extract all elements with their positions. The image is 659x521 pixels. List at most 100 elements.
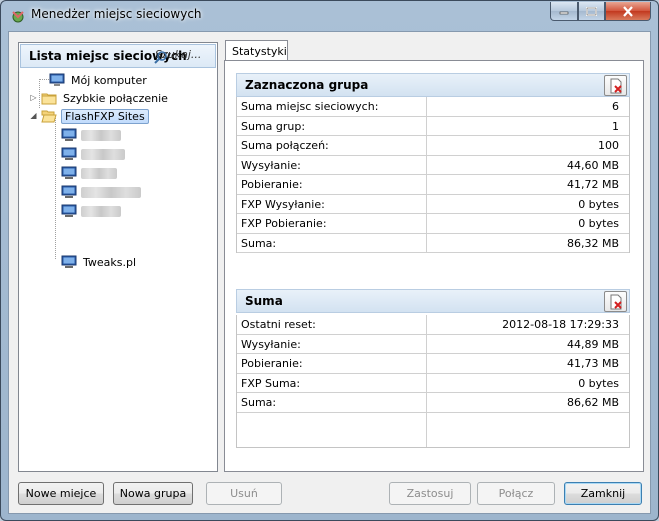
close-window-button[interactable] [605, 2, 651, 21]
close-icon [623, 5, 633, 17]
reset-total-stats-button[interactable] [604, 291, 627, 312]
stats-row: FXP Suma: 0 bytes [237, 373, 629, 393]
main-window: Menedżer miejsc sieciowych Lista miejsc … [0, 0, 659, 521]
tab-statistics[interactable]: Statystyki [225, 40, 288, 61]
tree-item-label: Tweaks.pl [83, 255, 137, 269]
tree-item-site-hidden[interactable] [61, 145, 125, 163]
folder-open-icon [41, 110, 57, 123]
tree-line [55, 115, 56, 259]
tree-item-site-hidden[interactable] [61, 164, 117, 182]
site-icon [61, 185, 77, 198]
stat-value: 41,73 MB [566, 357, 619, 370]
redacted-site-name [81, 129, 121, 141]
computer-icon [49, 73, 65, 86]
new-site-button[interactable]: Nowe miejce [18, 482, 104, 505]
stat-value: 0 bytes [578, 217, 619, 230]
stat-value: 2012-08-18 17:29:33 [502, 318, 619, 331]
reset-group-stats-button[interactable] [604, 75, 627, 96]
stat-value: 44,89 MB [566, 337, 619, 351]
minimize-button[interactable] [550, 2, 578, 21]
tree-item-tweaks[interactable]: Tweaks.pl [61, 253, 138, 271]
delete-button[interactable]: Usuń [206, 482, 282, 505]
selected-group-stats-grid: Suma miejsc sieciowych: 6 Suma grup: 1 Sum… [236, 97, 630, 253]
stats-row: Suma połączeń: 100 [237, 136, 629, 156]
empty-cell [427, 413, 629, 447]
site-icon [61, 128, 77, 141]
statistics-panel: Zaznaczona grupa Suma miejsc sieciowych:… [224, 60, 644, 472]
total-stats-grid: Ostatni reset: 2012-08-18 17:29:33 Wysyła… [236, 315, 630, 448]
site-list-panel: Lista miejsc sieciowych Szukaj... Mój ko… [18, 42, 218, 472]
total-header: Suma [236, 289, 630, 313]
tree-item-my-computer[interactable]: Mój komputer [49, 71, 149, 89]
stat-label: Pobieranie: [237, 175, 427, 194]
stat-value: 41,72 MB [566, 178, 619, 191]
stat-label: Suma połączeń: [237, 136, 427, 155]
tree-item-label: Mój komputer [71, 73, 147, 87]
stat-value: 6 [612, 100, 619, 113]
empty-stats-row [237, 412, 629, 447]
stat-value: 86,62 MB [566, 396, 619, 409]
stat-value: 0 bytes [578, 197, 619, 211]
clear-document-icon [610, 78, 622, 93]
stat-label: FXP Suma: [237, 373, 427, 392]
search-icon[interactable] [154, 50, 168, 64]
section-title: Suma [245, 294, 283, 308]
stat-label: Ostatni reset: [237, 315, 427, 334]
stats-row: Wysyłanie: 44,60 MB [237, 155, 629, 175]
window-title: Menedżer miejsc sieciowych [31, 7, 202, 21]
stat-value: 100 [598, 139, 619, 152]
expand-icon[interactable]: ▷ [29, 93, 38, 102]
stats-row: Suma grup: 1 [237, 116, 629, 136]
tree-item-label: FlashFXP Sites [61, 108, 149, 124]
stats-row: Pobieranie: 41,72 MB [237, 175, 629, 195]
section-title: Zaznaczona grupa [245, 78, 369, 92]
site-icon [61, 166, 77, 179]
stat-label: Suma miejsc sieciowych: [237, 97, 427, 116]
stat-label: FXP Pobieranie: [237, 214, 427, 233]
selected-group-header: Zaznaczona grupa [236, 73, 630, 97]
stat-label: Wysyłanie: [237, 334, 427, 353]
redacted-site-name [81, 186, 141, 198]
tree-item-site-hidden[interactable] [61, 126, 121, 144]
stat-label: FXP Wysyłanie: [237, 194, 427, 213]
stats-row: Pobieranie: 41,73 MB [237, 354, 629, 374]
redacted-site-name [81, 167, 117, 179]
site-icon [61, 204, 77, 217]
stats-row: FXP Wysyłanie: 0 bytes [237, 194, 629, 214]
stat-value: 1 [612, 119, 619, 133]
maximize-button[interactable] [578, 2, 605, 21]
site-manager-app-icon [12, 11, 24, 23]
title-bar[interactable]: Menedżer miejsc sieciowych [1, 1, 658, 31]
stats-row: Ostatni reset: 2012-08-18 17:29:33 [237, 315, 629, 335]
redacted-site-name [81, 148, 125, 160]
tree-item-flashfxp-sites[interactable]: FlashFXP Sites [41, 107, 149, 125]
redacted-site-name [81, 205, 121, 217]
tree-item-site-hidden[interactable] [61, 202, 121, 220]
folder-icon [41, 93, 57, 105]
new-group-button[interactable]: Nowa grupa [113, 482, 193, 505]
stats-row: FXP Pobieranie: 0 bytes [237, 214, 629, 234]
stat-label: Pobieranie: [237, 354, 427, 373]
stats-row: Suma: 86,62 MB [237, 393, 629, 413]
stats-row: Suma miejsc sieciowych: 6 [237, 97, 629, 117]
stat-label: Suma: [237, 393, 427, 412]
empty-cell [237, 412, 427, 447]
tree-item-quick-connect[interactable]: Szybkie połączenie [41, 89, 170, 107]
collapse-icon[interactable]: ◢ [29, 111, 38, 120]
tree-item-site-hidden[interactable] [61, 183, 141, 201]
stat-value: 86,32 MB [566, 236, 619, 250]
close-dialog-button[interactable]: Zamknij [564, 482, 642, 505]
stat-label: Wysyłanie: [237, 155, 427, 174]
maximize-icon [586, 6, 597, 16]
stats-row: Wysyłanie: 44,89 MB [237, 334, 629, 354]
clear-document-icon [610, 294, 622, 309]
stats-row: Suma: 86,32 MB [237, 233, 629, 253]
site-icon [61, 147, 77, 160]
connect-button[interactable]: Połącz [477, 482, 555, 505]
apply-button[interactable]: Zastosuj [389, 482, 471, 505]
stat-value: 44,60 MB [566, 158, 619, 172]
stat-label: Suma: [237, 233, 427, 252]
tree-item-label: Szybkie połączenie [63, 91, 168, 105]
stat-label: Suma grup: [237, 116, 427, 135]
site-list-header: Lista miejsc sieciowych Szukaj... [20, 44, 216, 68]
